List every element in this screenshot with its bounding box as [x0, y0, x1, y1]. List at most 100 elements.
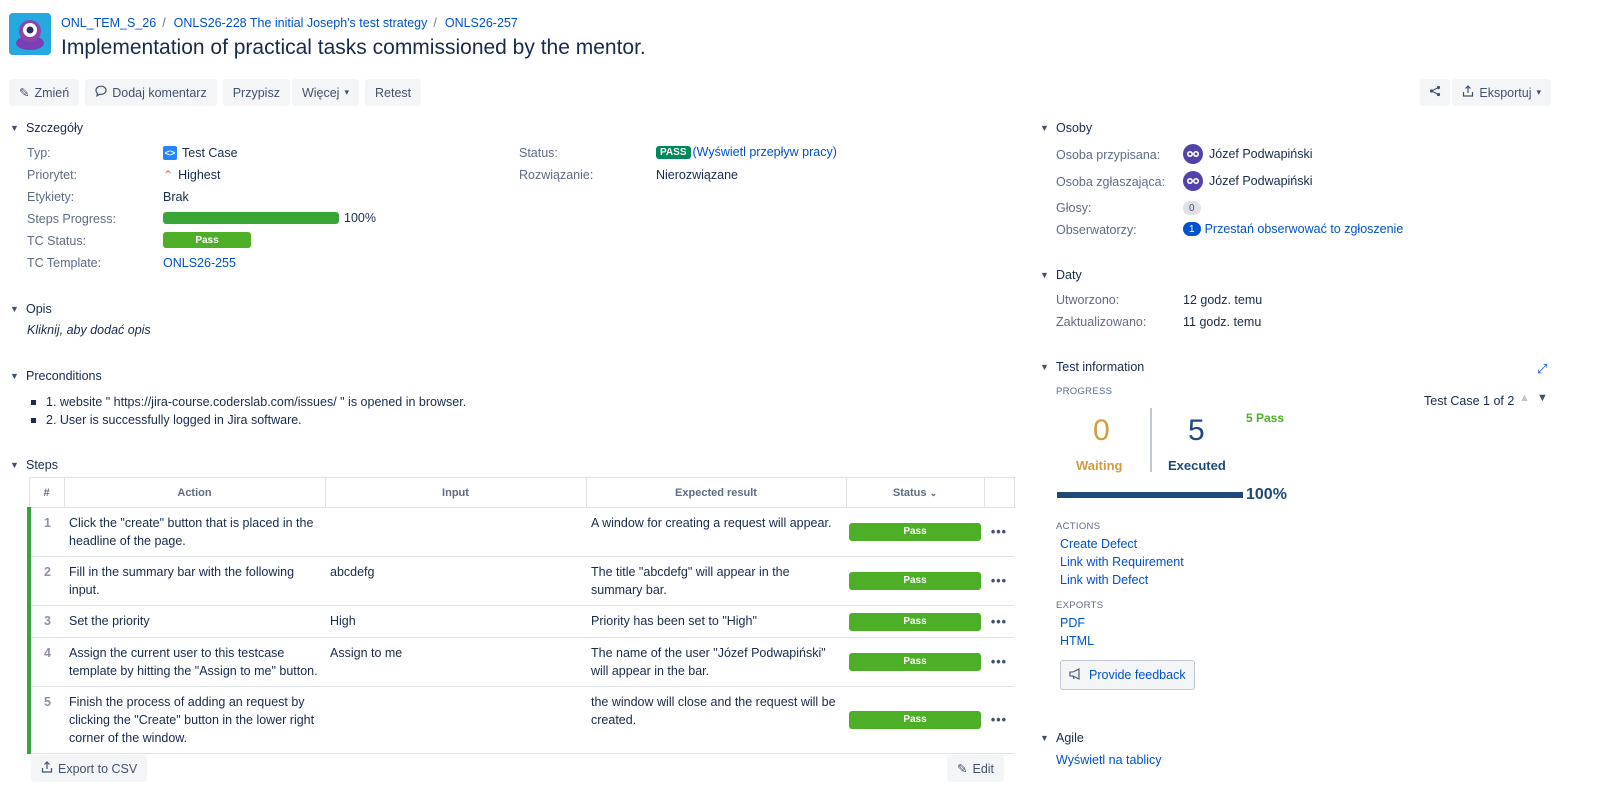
steps-section-toggle[interactable]: ▼ Steps	[10, 458, 58, 472]
table-row[interactable]: 4 Assign the current user to this testca…	[27, 637, 1014, 687]
preconditions-section-toggle[interactable]: ▼ Preconditions	[10, 369, 102, 383]
reporter-value[interactable]: Józef Podwapiński	[1183, 171, 1313, 191]
steps-progress-fill	[163, 212, 339, 224]
chevron-down-icon: ⌄	[929, 487, 938, 498]
breadcrumb-separator: /	[433, 16, 437, 30]
avatar	[1183, 144, 1203, 164]
export-html-link[interactable]: HTML	[1060, 634, 1094, 648]
step-more-button[interactable]: •••	[984, 686, 1014, 754]
type-value-text: Test Case	[182, 146, 238, 160]
dates-section-toggle[interactable]: ▼ Daty	[1040, 268, 1082, 282]
steps-table-header: # Action Input Expected result Status ⌄	[28, 477, 1015, 508]
column-header-input: Input	[324, 477, 587, 508]
step-status-badge[interactable]: Pass	[849, 653, 981, 671]
column-header-actions	[983, 477, 1015, 508]
column-header-status[interactable]: Status ⌄	[845, 477, 985, 508]
step-status-badge[interactable]: Pass	[849, 572, 981, 590]
step-action: Set the priority	[64, 605, 325, 638]
step-more-button[interactable]: •••	[984, 605, 1014, 638]
status-header-label: Status	[892, 486, 927, 499]
assign-button[interactable]: Przypisz	[222, 79, 290, 106]
votes-label: Głosy:	[1056, 201, 1092, 215]
preconditions-list: 1. website " https://jira-course.codersl…	[31, 393, 466, 429]
priority-label: Priorytet:	[27, 168, 78, 182]
step-more-button[interactable]: •••	[984, 637, 1014, 687]
step-number: 2	[27, 556, 64, 606]
retest-button[interactable]: Retest	[365, 79, 422, 106]
more-button[interactable]: Więcej ▾	[291, 79, 359, 106]
step-status-cell: Pass	[846, 556, 984, 606]
export-csv-button[interactable]: Export to CSV	[31, 755, 148, 782]
waiting-count: 0	[1093, 414, 1110, 447]
type-label: Typ:	[27, 146, 51, 160]
steps-progress-label: Steps Progress:	[27, 212, 116, 226]
steps-table: # Action Input Expected result Status ⌄ …	[27, 477, 1015, 754]
stop-watching-link[interactable]: Przestań obserwować to zgłoszenie	[1205, 222, 1404, 236]
votes-count: 0	[1183, 201, 1201, 215]
edit-steps-button[interactable]: ✎ Edit	[947, 755, 1005, 782]
step-input: High	[325, 605, 586, 638]
comment-icon	[95, 85, 107, 100]
step-number: 3	[27, 605, 64, 638]
expand-icon[interactable]: ⤢	[1537, 361, 1547, 377]
assignee-value[interactable]: Józef Podwapiński	[1183, 144, 1313, 164]
step-status-badge[interactable]: Pass	[849, 523, 981, 541]
priority-value[interactable]: ⌃ Highest	[163, 168, 220, 182]
step-status-badge[interactable]: Pass	[849, 711, 981, 729]
share-button[interactable]	[1420, 79, 1451, 106]
megaphone-icon	[1069, 667, 1083, 683]
provide-feedback-button[interactable]: Provide feedback	[1060, 660, 1195, 690]
export-label: Eksportuj	[1479, 85, 1532, 100]
tc-template-link[interactable]: ONLS26-255	[163, 256, 236, 270]
create-defect-link[interactable]: Create Defect	[1060, 537, 1137, 551]
people-section-toggle[interactable]: ▼ Osoby	[1040, 121, 1092, 135]
chevron-down-icon: ▼	[10, 460, 19, 470]
test-case-icon: <>	[163, 146, 177, 160]
updated-value: 11 godz. temu	[1183, 315, 1262, 329]
link-defect-link[interactable]: Link with Defect	[1060, 573, 1148, 587]
step-input	[325, 686, 586, 754]
step-expected: The title "abcdefg" will appear in the s…	[586, 556, 846, 606]
description-placeholder[interactable]: Kliknij, aby dodać opis	[27, 323, 151, 337]
chevron-down-icon: ▼	[1040, 123, 1049, 133]
export-button[interactable]: Eksportuj ▾	[1452, 79, 1551, 106]
votes-value[interactable]: 0	[1183, 201, 1201, 215]
view-on-board-link[interactable]: Wyświetl na tablicy	[1056, 753, 1161, 767]
step-expected: the window will close and the request wi…	[586, 686, 846, 754]
table-row[interactable]: 3 Set the priority High Priority has bee…	[27, 605, 1014, 638]
test-info-section-toggle[interactable]: ▼ Test information	[1040, 360, 1144, 374]
project-avatar[interactable]	[9, 13, 51, 55]
edit-button[interactable]: ✎ Zmień	[9, 79, 80, 106]
breadcrumb-project[interactable]: ONL_TEM_S_26	[61, 16, 156, 30]
link-requirement-link[interactable]: Link with Requirement	[1060, 555, 1184, 569]
add-comment-label: Dodaj komentarz	[112, 85, 207, 100]
chevron-down-icon: ▼	[10, 304, 19, 314]
next-arrow-icon[interactable]: ▼	[1537, 392, 1548, 404]
status-lozenge[interactable]: PASS	[656, 145, 691, 159]
step-input: Assign to me	[325, 637, 586, 687]
assignee-label: Osoba przypisana:	[1056, 148, 1161, 162]
description-section-toggle[interactable]: ▼ Opis	[10, 302, 52, 316]
labels-value[interactable]: Brak	[163, 190, 189, 204]
step-input	[325, 507, 586, 557]
table-row[interactable]: 1 Click the "create" button that is plac…	[27, 507, 1014, 557]
table-row[interactable]: 2 Fill in the summary bar with the follo…	[27, 556, 1014, 606]
breadcrumb-parent-issue[interactable]: ONLS26-228 The initial Joseph's test str…	[174, 16, 428, 30]
previous-arrow-icon[interactable]: ▲	[1519, 392, 1530, 404]
step-more-button[interactable]: •••	[984, 556, 1014, 606]
step-status-badge[interactable]: Pass	[849, 612, 981, 631]
table-row[interactable]: 5 Finish the process of adding an reques…	[27, 686, 1014, 754]
view-workflow-link[interactable]: (Wyświetl przepływ pracy)	[693, 145, 837, 159]
steps-progress: 100%	[163, 211, 376, 225]
chevron-down-icon: ▼	[10, 123, 19, 133]
agile-section-toggle[interactable]: ▼ Agile	[1040, 731, 1084, 745]
precondition-text: 2. User is successfully logged in Jira s…	[46, 413, 302, 427]
export-pdf-link[interactable]: PDF	[1060, 616, 1085, 630]
assignee-name: Józef Podwapiński	[1209, 147, 1313, 161]
step-more-button[interactable]: •••	[984, 507, 1014, 557]
add-comment-button[interactable]: Dodaj komentarz	[85, 79, 217, 106]
list-item: 2. User is successfully logged in Jira s…	[31, 411, 466, 429]
breadcrumb-issue-key[interactable]: ONLS26-257	[445, 16, 518, 30]
details-section-toggle[interactable]: ▼ Szczegóły	[10, 121, 83, 135]
reporter-label: Osoba zgłaszająca:	[1056, 175, 1166, 189]
